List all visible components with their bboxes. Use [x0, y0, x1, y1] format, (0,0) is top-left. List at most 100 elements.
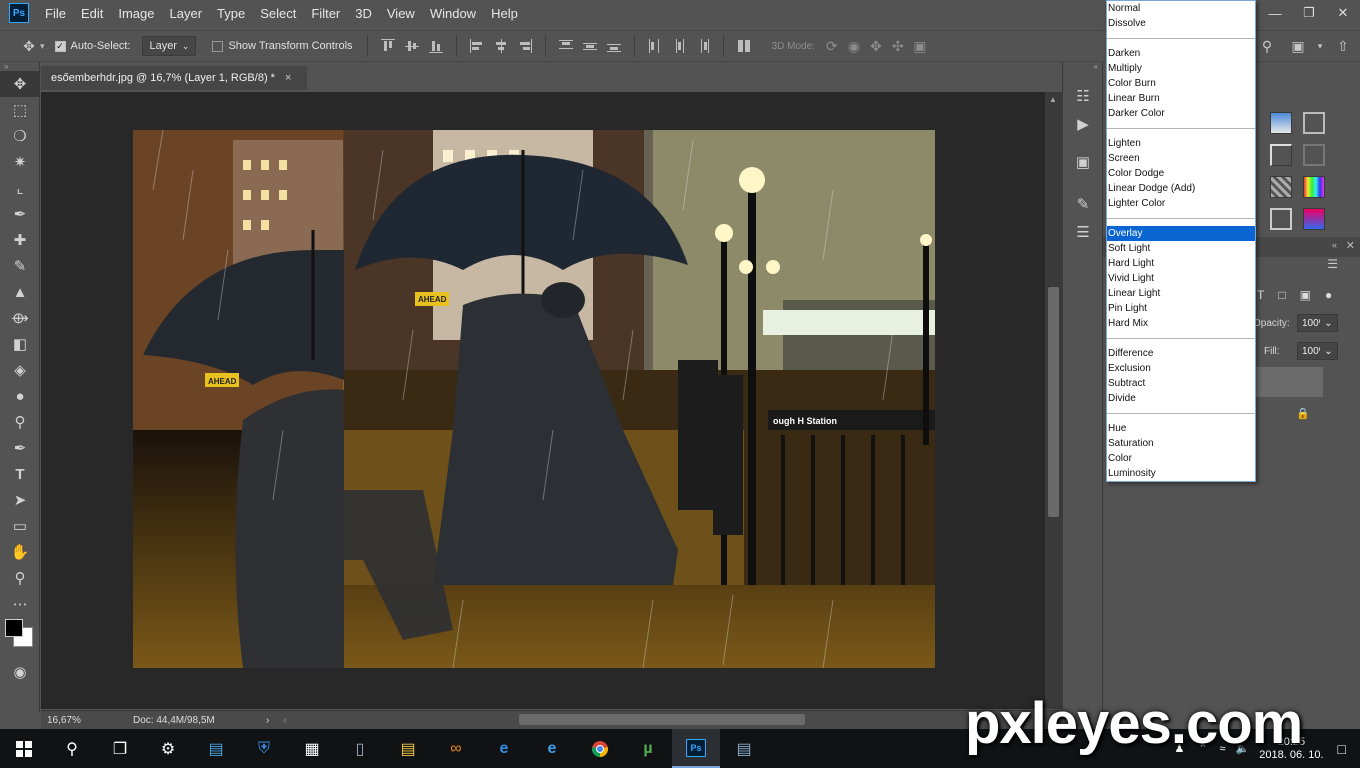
internet-explorer-icon[interactable]: e — [528, 729, 576, 768]
blend-mode-hard-mix[interactable]: Hard Mix — [1107, 316, 1255, 331]
auto-select-dropdown[interactable]: Layer ⌄ — [142, 36, 197, 56]
edge-browser-icon[interactable]: e — [480, 729, 528, 768]
auto-select-checkbox[interactable]: ✓ — [54, 40, 66, 52]
align-bottom-icon[interactable] — [428, 39, 443, 53]
eyedropper-tool-icon[interactable]: ✒ — [0, 201, 40, 227]
shape-filter-icon[interactable]: □ — [1278, 288, 1285, 302]
3d-panel-icon[interactable]: ▣ — [1063, 148, 1103, 176]
blend-mode-dissolve[interactable]: Dissolve — [1107, 16, 1255, 31]
blend-mode-color-dodge[interactable]: Color Dodge — [1107, 166, 1255, 181]
menu-help[interactable]: Help — [491, 6, 518, 21]
blend-mode-linear-burn[interactable]: Linear Burn — [1107, 91, 1255, 106]
scroll-left-icon[interactable]: ‹ — [283, 715, 286, 726]
opacity-chevron-icon[interactable]: ⌄ — [1320, 314, 1338, 332]
align-top-icon[interactable] — [380, 39, 395, 53]
photos-app-icon[interactable]: ▤ — [720, 729, 768, 768]
menu-image[interactable]: Image — [118, 6, 154, 21]
blend-mode-linear-dodge-add[interactable]: Linear Dodge (Add) — [1107, 181, 1255, 196]
minimize-icon[interactable]: — — [1258, 0, 1292, 26]
pen-tool-icon[interactable]: ✒ — [0, 435, 40, 461]
document-tab[interactable]: esőemberhdr.jpg @ 16,7% (Layer 1, RGB/8)… — [41, 66, 307, 90]
menu-edit[interactable]: Edit — [81, 6, 103, 21]
move-tool-icon[interactable]: ✥ — [18, 35, 40, 57]
path-selection-tool-icon[interactable]: ➤ — [0, 487, 40, 513]
brush-tool-icon[interactable]: ✎ — [0, 253, 40, 279]
actions-panel-icon[interactable]: ▶ — [1063, 110, 1103, 138]
blend-mode-lighter-color[interactable]: Lighter Color — [1107, 196, 1255, 211]
collapse-icon[interactable]: » — [0, 62, 39, 71]
blend-mode-lighten[interactable]: Lighten — [1107, 136, 1255, 151]
blend-mode-divide[interactable]: Divide — [1107, 391, 1255, 406]
distribute-top-icon[interactable] — [558, 39, 573, 53]
3d-roll-icon[interactable]: ◉ — [843, 35, 865, 57]
search-icon[interactable]: ⚲ — [1256, 35, 1278, 57]
blend-mode-linear-light[interactable]: Linear Light — [1107, 286, 1255, 301]
file-explorer-icon[interactable]: ▤ — [384, 729, 432, 768]
workspace-chevron-icon[interactable]: ▾ — [1309, 35, 1331, 57]
menu-window[interactable]: Window — [430, 6, 476, 21]
blend-mode-darken[interactable]: Darken — [1107, 46, 1255, 61]
blend-mode-overlay[interactable]: Overlay — [1107, 226, 1255, 241]
selected-layer-row[interactable] — [1253, 367, 1323, 397]
photo-filter-icon[interactable] — [1270, 208, 1292, 230]
close-tab-icon[interactable]: × — [285, 72, 291, 84]
fill-chevron-icon[interactable]: ⌄ — [1320, 342, 1338, 360]
properties-panel-icon[interactable]: ☰ — [1063, 218, 1103, 246]
zoom-tool-icon[interactable]: ⚲ — [0, 565, 40, 591]
blend-mode-hue[interactable]: Hue — [1107, 421, 1255, 436]
status-menu-chevron-icon[interactable]: › — [266, 715, 269, 726]
curves-icon[interactable] — [1270, 144, 1292, 166]
restore-icon[interactable]: ❐ — [1292, 0, 1326, 26]
close-icon[interactable]: ✕ — [1326, 0, 1360, 26]
expand-panels-icon[interactable]: « — [1063, 62, 1102, 72]
windows-start-icon[interactable] — [0, 729, 48, 768]
vertical-scroll-thumb[interactable] — [1048, 287, 1059, 517]
menu-layer[interactable]: Layer — [170, 6, 203, 21]
notifications-icon[interactable]: □ — [1338, 741, 1346, 757]
panel-collapse-icon[interactable]: « — [1332, 240, 1337, 250]
align-hcenter-icon[interactable] — [494, 39, 508, 53]
share-icon[interactable]: ⇧ — [1332, 35, 1354, 57]
vertical-scrollbar[interactable]: ▲ — [1045, 92, 1062, 709]
menu-filter[interactable]: Filter — [311, 6, 340, 21]
control-panel-icon[interactable]: ▤ — [192, 729, 240, 768]
history-panel-icon[interactable]: ☷ — [1063, 82, 1103, 110]
align-right-icon[interactable] — [518, 39, 532, 53]
show-transform-checkbox[interactable] — [212, 40, 224, 52]
move-tool-icon[interactable]: ✥ — [0, 71, 40, 97]
exposure-icon[interactable] — [1303, 112, 1325, 134]
photoshop-taskbar-icon[interactable]: Ps — [672, 729, 720, 768]
hand-tool-icon[interactable]: ✋ — [0, 539, 40, 565]
align-vcenter-icon[interactable] — [404, 39, 419, 53]
blend-mode-multiply[interactable]: Multiply — [1107, 61, 1255, 76]
quick-mask-icon[interactable]: ◉ — [0, 659, 40, 685]
type-tool-icon[interactable]: T — [0, 461, 40, 487]
blend-mode-subtract[interactable]: Subtract — [1107, 376, 1255, 391]
quick-select-tool-icon[interactable]: ✷ — [0, 149, 40, 175]
filter-toggle-icon[interactable]: ● — [1325, 288, 1332, 302]
menu-view[interactable]: View — [387, 6, 415, 21]
distribute-hcenter-icon[interactable] — [672, 39, 686, 53]
auto-align-icon[interactable] — [737, 39, 751, 53]
blur-tool-icon[interactable]: ● — [0, 383, 40, 409]
chrome-browser-icon[interactable] — [576, 729, 624, 768]
blend-mode-dropdown[interactable]: Normal Dissolve Darken Multiply Color Burn Li… — [1106, 0, 1256, 482]
image-canvas[interactable]: ough H Station AHEAD AHEAD — [133, 130, 935, 668]
3d-scale-icon[interactable]: ▣ — [909, 35, 931, 57]
calculator-icon[interactable]: ▦ — [288, 729, 336, 768]
blend-mode-exclusion[interactable]: Exclusion — [1107, 361, 1255, 376]
blend-mode-hard-light[interactable]: Hard Light — [1107, 256, 1255, 271]
blend-mode-normal[interactable]: Normal — [1107, 1, 1255, 16]
color-swatches[interactable] — [0, 617, 39, 659]
panel-menu-icon[interactable]: ☰ — [1327, 257, 1338, 271]
lasso-tool-icon[interactable]: ❍ — [0, 123, 40, 149]
blend-mode-soft-light[interactable]: Soft Light — [1107, 241, 1255, 256]
color-lookup-icon[interactable] — [1303, 208, 1325, 230]
3d-slide-icon[interactable]: ✣ — [887, 35, 909, 57]
gradient-map-icon[interactable] — [1270, 112, 1292, 134]
history-brush-tool-icon[interactable]: ⟴ — [0, 305, 40, 331]
3d-pan-icon[interactable]: ✥ — [865, 35, 887, 57]
foreground-color-swatch[interactable] — [5, 619, 23, 637]
healing-brush-tool-icon[interactable]: ✚ — [0, 227, 40, 253]
blend-mode-saturation[interactable]: Saturation — [1107, 436, 1255, 451]
